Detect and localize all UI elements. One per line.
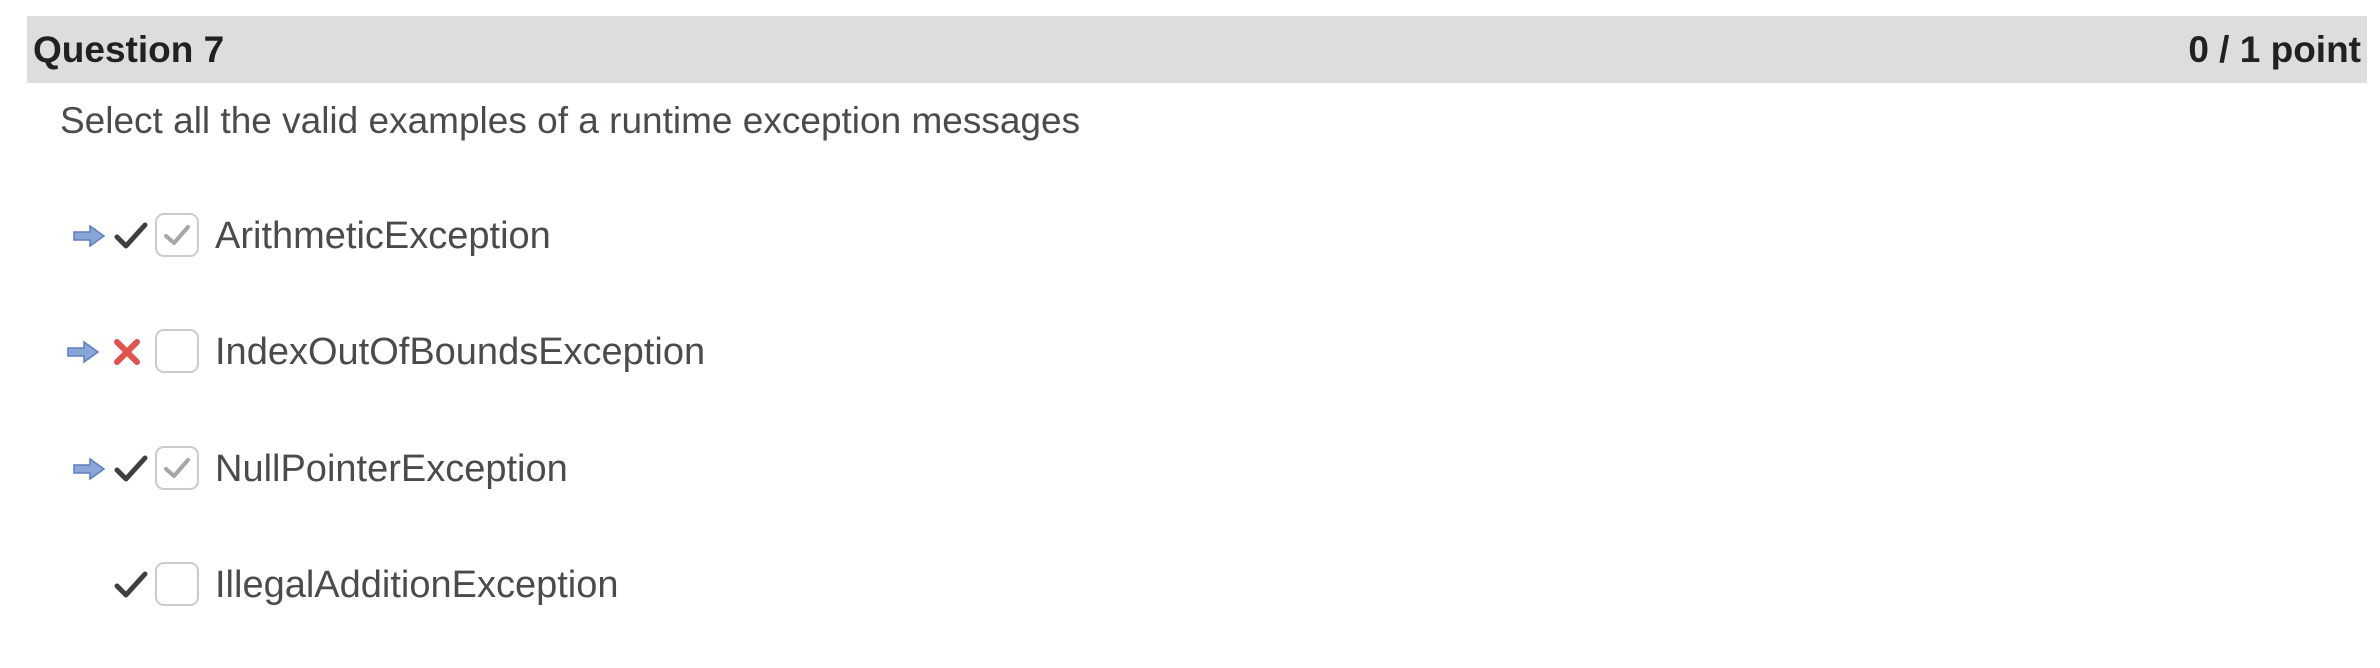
- answer-option-nullpointer: NullPointerException: [0, 439, 1200, 499]
- checkbox-check-icon: [164, 225, 190, 245]
- checkmark-icon: [114, 222, 148, 249]
- checkbox-check-icon: [164, 458, 190, 478]
- cross-icon: [114, 339, 140, 365]
- question-title: Question 7: [33, 28, 225, 70]
- answer-label: NullPointerException: [215, 448, 568, 490]
- question-prompt: Select all the valid examples of a runti…: [60, 100, 1081, 141]
- answer-label: IndexOutOfBoundsException: [215, 331, 706, 373]
- answer-checkbox[interactable]: [155, 329, 199, 373]
- answer-option-arithmetic: ArithmeticException: [0, 206, 1200, 266]
- checkmark-icon: [114, 455, 148, 482]
- answer-option-illegaladdition: IllegalAdditionException: [0, 555, 1200, 615]
- answer-option-indexoutofbounds: IndexOutOfBoundsException: [0, 322, 1200, 382]
- answer-checkbox[interactable]: [155, 562, 199, 606]
- answer-checkbox[interactable]: [155, 446, 199, 490]
- selected-arrow-icon: [73, 224, 106, 248]
- selected-arrow-icon: [73, 457, 106, 481]
- question-score: 0 / 1 point: [2188, 28, 2361, 70]
- answer-label: IllegalAdditionException: [215, 564, 619, 606]
- question-header: Question 7 0 / 1 point: [27, 16, 2367, 83]
- checkmark-icon: [114, 571, 148, 598]
- selected-arrow-icon: [67, 340, 100, 364]
- answer-label: ArithmeticException: [215, 215, 551, 257]
- answer-checkbox[interactable]: [155, 213, 199, 257]
